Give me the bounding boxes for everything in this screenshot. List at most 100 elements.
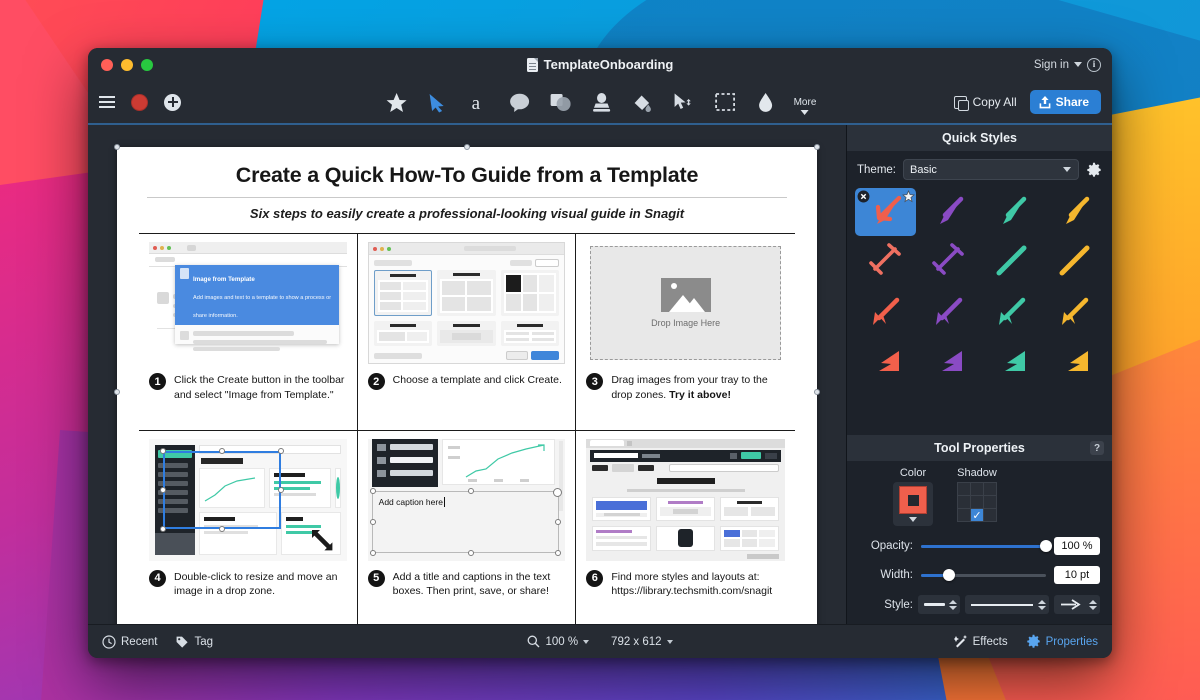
shadow-cell-mc[interactable] — [971, 496, 983, 508]
opacity-slider[interactable] — [921, 540, 1052, 552]
shadow-cell-mr[interactable] — [984, 496, 996, 508]
share-button[interactable]: Share — [1029, 90, 1101, 114]
close-button[interactable] — [101, 58, 113, 71]
dimensions-control[interactable]: 792 x 612 — [611, 636, 673, 648]
quick-style-1[interactable] — [918, 188, 979, 236]
step-thumbnail-4[interactable] — [149, 438, 347, 561]
step-thumbnail-5[interactable]: Add caption here — [367, 438, 566, 561]
more-tools-button[interactable]: More — [794, 97, 816, 117]
properties-button[interactable]: Properties — [1026, 634, 1098, 649]
canvas-handle-tc[interactable] — [464, 144, 470, 150]
shadow-cell-bl[interactable] — [958, 509, 970, 521]
guide-subtitle[interactable]: Six steps to easily create a professiona… — [139, 206, 795, 221]
quick-style-4[interactable] — [855, 238, 916, 286]
quick-style-5[interactable] — [918, 238, 979, 286]
step-thumbnail-2[interactable] — [367, 242, 566, 364]
menu-item-image-from-template[interactable]: Image from Template Add images and text … — [175, 265, 339, 325]
text-tool[interactable]: a — [466, 87, 492, 117]
color-swatch-button[interactable] — [893, 482, 933, 526]
canvas-handle-tl[interactable] — [114, 144, 120, 150]
hamburger-menu-icon[interactable] — [99, 96, 115, 108]
quick-style-2[interactable] — [981, 188, 1042, 236]
textbox-handle-bc[interactable] — [467, 549, 474, 556]
caption-textbox[interactable]: Add caption here — [371, 490, 560, 553]
shape-tool[interactable] — [548, 87, 574, 117]
copy-all-button[interactable]: Copy All — [953, 95, 1017, 111]
step-text[interactable]: Click the Create button in the toolbar a… — [174, 373, 347, 402]
step-thumbnail-1[interactable]: Image from Template Add images and text … — [149, 242, 347, 364]
width-slider[interactable] — [921, 569, 1046, 581]
shadow-direction-grid[interactable] — [957, 482, 997, 522]
quick-style-7[interactable] — [1043, 238, 1104, 286]
move-tool[interactable] — [671, 87, 697, 117]
quick-style-13[interactable] — [918, 338, 979, 386]
textbox-handle-ml[interactable] — [369, 518, 376, 525]
theme-select[interactable]: Basic — [903, 159, 1079, 180]
selection-handle-mr[interactable] — [278, 486, 284, 493]
textbox-handle-br[interactable] — [555, 549, 562, 556]
callout-tool[interactable] — [507, 87, 533, 117]
record-button-icon[interactable] — [131, 93, 148, 111]
stamp-tool[interactable] — [589, 87, 615, 117]
create-plus-icon[interactable] — [164, 93, 181, 111]
selection-handle-bc[interactable] — [219, 525, 225, 532]
favorite-star-badge[interactable] — [901, 190, 915, 203]
textbox-handle-tr[interactable] — [553, 487, 563, 497]
sign-in-label[interactable]: Sign in — [1034, 59, 1069, 71]
recent-button[interactable]: Recent — [102, 634, 157, 649]
blur-tool[interactable] — [753, 87, 779, 117]
canvas-image[interactable]: Create a Quick How-To Guide from a Templ… — [114, 144, 820, 624]
selection-handle-tl[interactable] — [160, 447, 166, 454]
quick-style-3[interactable] — [1043, 188, 1104, 236]
arrow-tool[interactable] — [425, 87, 451, 117]
minimize-button[interactable] — [121, 58, 133, 71]
quick-style-9[interactable] — [918, 288, 979, 336]
textbox-handle-tl[interactable] — [369, 487, 376, 494]
step-text[interactable]: Drag images from your tray to the drop z… — [611, 373, 785, 402]
selection-rectangle[interactable] — [163, 450, 281, 529]
tag-button[interactable]: Tag — [175, 635, 213, 649]
shadow-cell-ml[interactable] — [958, 496, 970, 508]
remove-style-badge[interactable] — [857, 190, 870, 203]
shadow-cell-br[interactable] — [984, 509, 996, 521]
canvas-handle-tr[interactable] — [814, 144, 820, 150]
effects-button[interactable]: Effects — [953, 634, 1008, 649]
textbox-handle-tc[interactable] — [467, 487, 474, 494]
textbox-handle-mr[interactable] — [555, 518, 562, 525]
gear-icon[interactable] — [1086, 162, 1102, 178]
canvas-handle-ml[interactable] — [114, 389, 120, 395]
zoom-control[interactable]: 100 % — [527, 635, 590, 648]
fill-tool[interactable] — [630, 87, 656, 117]
selection-handle-ml[interactable] — [160, 486, 166, 493]
quick-style-14[interactable] — [981, 338, 1042, 386]
shape-star-tool[interactable] — [384, 87, 410, 117]
quick-style-10[interactable] — [981, 288, 1042, 336]
width-value[interactable]: 10 pt — [1054, 566, 1100, 584]
guide-title[interactable]: Create a Quick How-To Guide from a Templ… — [139, 163, 795, 188]
stroke-style-select[interactable] — [965, 595, 1049, 614]
textbox-handle-bl[interactable] — [369, 549, 376, 556]
shadow-cell-bc-selected[interactable] — [971, 509, 983, 521]
selection-handle-bl[interactable] — [160, 525, 166, 532]
step-thumbnail-6[interactable] — [586, 438, 785, 561]
opacity-value[interactable]: 100 % — [1054, 537, 1100, 555]
shadow-cell-tr[interactable] — [984, 483, 996, 495]
help-icon[interactable]: ? — [1090, 441, 1104, 455]
quick-style-12[interactable] — [855, 338, 916, 386]
step-text[interactable]: Find more styles and layouts at: https:/… — [611, 570, 785, 599]
image-from-template-menu[interactable]: Image from Template Add images and text … — [175, 265, 339, 351]
quick-style-6[interactable] — [981, 238, 1042, 286]
quick-style-8[interactable] — [855, 288, 916, 336]
quick-style-15[interactable] — [1043, 338, 1104, 386]
canvas-area[interactable]: Create a Quick How-To Guide from a Templ… — [88, 125, 846, 624]
drop-zone[interactable]: Drop Image Here — [590, 246, 781, 360]
selection-handle-tr[interactable] — [278, 447, 284, 454]
quick-style-0[interactable] — [855, 188, 916, 236]
quick-style-11[interactable] — [1043, 288, 1104, 336]
selection-tool[interactable] — [712, 87, 738, 117]
shadow-cell-tc[interactable] — [971, 483, 983, 495]
selection-handle-tc[interactable] — [219, 447, 225, 454]
chevron-down-icon[interactable] — [1074, 62, 1082, 67]
arrowhead-select[interactable] — [1054, 595, 1100, 614]
stroke-dash-select[interactable] — [918, 595, 960, 614]
